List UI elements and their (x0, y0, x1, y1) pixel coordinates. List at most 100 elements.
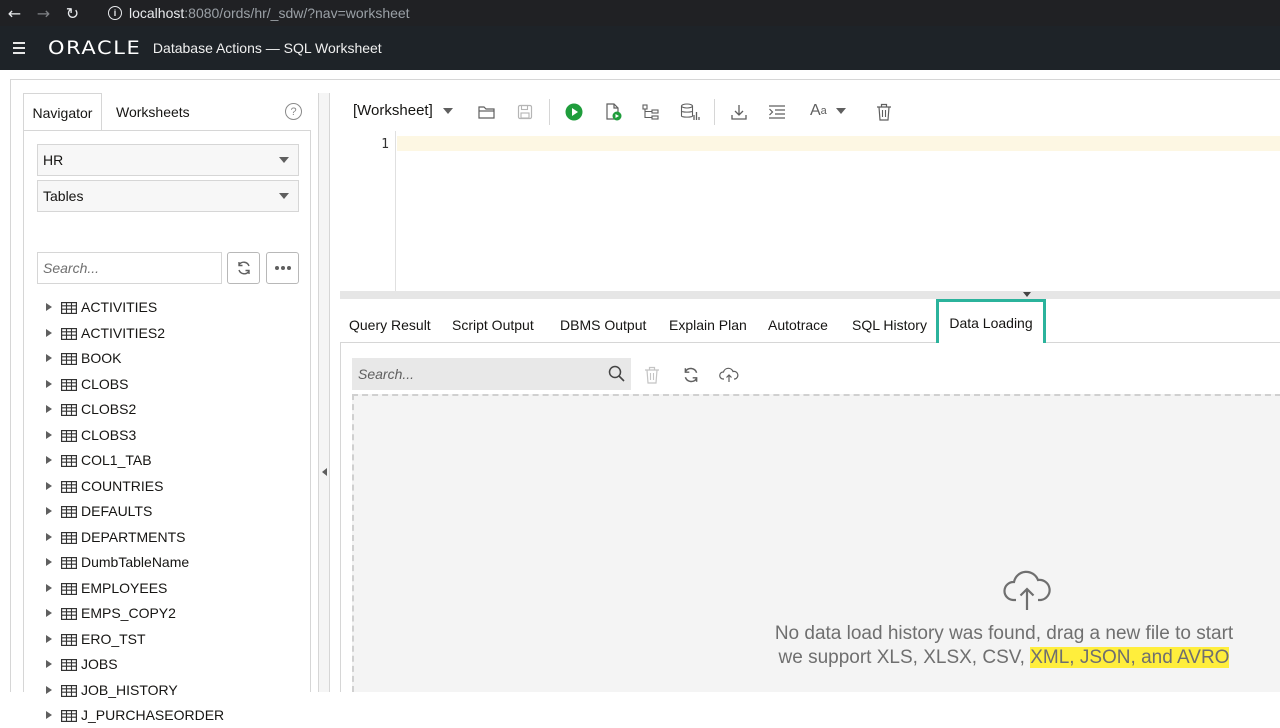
highlighted-formats: XML, JSON, and AVRO (1030, 647, 1230, 668)
tree-item-table[interactable]: CLOBS2 (24, 396, 312, 422)
trash-icon[interactable] (642, 365, 662, 385)
empty-state-line2: we support XLS, XLSX, CSV, XML, JSON, an… (734, 646, 1274, 670)
tree-item-table[interactable]: EMPLOYEES (24, 575, 312, 601)
editor-gutter: 1 (340, 131, 396, 291)
table-name: BOOK (81, 350, 122, 366)
save-icon[interactable] (515, 102, 535, 122)
tree-item-table[interactable]: ACTIVITIES2 (24, 320, 312, 346)
tree-item-table[interactable]: JOB_HISTORY (24, 677, 312, 703)
worksheet-select[interactable]: [Worksheet] (353, 102, 453, 119)
refresh-button[interactable] (227, 252, 260, 284)
download-icon[interactable] (729, 102, 749, 122)
tab-explain-plan[interactable]: Explain Plan (669, 317, 747, 333)
browser-toolbar: ← → ↻ i localhost:8080/ords/hr/_sdw/?nav… (0, 0, 1280, 26)
expand-arrow-icon[interactable] (46, 609, 52, 617)
expand-arrow-icon[interactable] (46, 507, 52, 515)
table-icon (61, 327, 78, 343)
help-icon[interactable]: ? (285, 103, 302, 120)
table-icon (61, 480, 78, 496)
run-statement-icon[interactable] (564, 102, 584, 122)
panel-splitter[interactable] (318, 93, 330, 692)
expand-arrow-icon[interactable] (46, 328, 52, 337)
open-folder-icon[interactable] (477, 102, 497, 122)
tree-item-table[interactable]: COUNTRIES (24, 473, 312, 499)
table-name: EMPLOYEES (81, 579, 168, 596)
table-name: CLOBS3 (81, 426, 137, 443)
collapse-left-icon[interactable] (322, 468, 327, 476)
schema-select[interactable]: HR (37, 144, 299, 176)
run-script-icon[interactable] (603, 102, 623, 122)
app-title: Database Actions — SQL Worksheet (152, 40, 382, 56)
refresh-icon (237, 261, 250, 275)
expand-arrow-icon[interactable] (46, 711, 52, 719)
tab-autotrace[interactable]: Autotrace (768, 317, 828, 333)
reload-icon[interactable]: ↻ (58, 0, 87, 26)
supported-formats-text: we support XLS, XLSX, CSV, (778, 647, 1031, 668)
tree-item-table[interactable]: CLOBS (24, 371, 312, 397)
tab-script-output[interactable]: Script Output (452, 317, 534, 333)
address-bar[interactable]: i localhost:8080/ords/hr/_sdw/?nav=works… (100, 1, 1280, 25)
tree-item-table[interactable]: CLOBS3 (24, 422, 312, 448)
hamburger-menu-icon[interactable] (13, 42, 31, 54)
editor-resize-bar[interactable] (340, 291, 1280, 299)
chevron-down-icon (279, 193, 289, 199)
autotrace-icon[interactable] (680, 102, 700, 122)
expand-arrow-icon[interactable] (46, 379, 52, 388)
tree-item-table[interactable]: J_PURCHASEORDER (24, 702, 312, 728)
tree-item-table[interactable]: DEFAULTS (24, 498, 312, 524)
table-name: DEFAULTS (81, 503, 153, 519)
more-actions-button[interactable] (266, 252, 299, 284)
expand-arrow-icon[interactable] (46, 303, 52, 311)
format-sql-icon[interactable] (767, 102, 787, 122)
tree-item-table[interactable]: COL1_TAB (24, 447, 312, 473)
table-name: CLOBS (81, 375, 129, 392)
sql-editor[interactable]: 1 (340, 131, 1280, 291)
resize-handle-icon[interactable] (1023, 292, 1031, 297)
explain-plan-icon[interactable] (641, 102, 661, 122)
forward-arrow-icon[interactable]: → (29, 0, 58, 26)
tree-item-table[interactable]: DumbTableName (24, 549, 312, 575)
tab-navigator[interactable]: Navigator (23, 93, 102, 131)
refresh-icon[interactable] (681, 365, 701, 385)
expand-arrow-icon[interactable] (46, 405, 52, 413)
oracle-logo: ORACLE (48, 37, 142, 59)
expand-arrow-icon[interactable] (46, 660, 52, 668)
navigator-body: HR Tables Search... ACTIVITIES ACTIVITIES… (23, 130, 312, 723)
trash-icon[interactable] (874, 102, 894, 122)
file-drop-zone[interactable]: No data load history was found, drag a n… (352, 394, 1280, 692)
toolbar-divider (549, 99, 550, 125)
tree-item-table[interactable]: ERO_TST (24, 626, 312, 652)
tab-dbms-output[interactable]: DBMS Output (560, 317, 646, 333)
expand-arrow-icon[interactable] (46, 634, 52, 643)
cloud-upload-icon[interactable] (719, 365, 739, 385)
back-arrow-icon[interactable]: ← (0, 0, 29, 26)
tab-sql-history[interactable]: SQL History (852, 317, 927, 333)
cloud-upload-icon (1002, 566, 1052, 617)
tree-item-table[interactable]: DEPARTMENTS (24, 524, 312, 550)
chevron-down-icon (835, 108, 846, 114)
table-name: EMPS_COPY2 (81, 605, 176, 621)
info-icon[interactable]: i (108, 6, 122, 20)
object-type-select[interactable]: Tables (37, 180, 299, 212)
expand-arrow-icon[interactable] (46, 685, 52, 694)
expand-arrow-icon[interactable] (46, 481, 52, 490)
expand-arrow-icon[interactable] (46, 558, 52, 566)
expand-arrow-icon[interactable] (46, 354, 52, 362)
tab-data-loading[interactable]: Data Loading (936, 299, 1046, 346)
tree-item-table[interactable]: ACTIVITIES (24, 294, 312, 320)
navigator-search-input[interactable]: Search... (37, 252, 222, 284)
expand-arrow-icon[interactable] (46, 532, 52, 541)
tree-item-table[interactable]: JOBS (24, 651, 312, 677)
tab-query-result[interactable]: Query Result (349, 317, 431, 333)
expand-arrow-icon[interactable] (46, 430, 52, 439)
expand-arrow-icon[interactable] (46, 456, 52, 464)
expand-arrow-icon[interactable] (46, 583, 52, 592)
tree-item-table[interactable]: EMPS_COPY2 (24, 600, 312, 626)
tab-worksheets[interactable]: Worksheets (116, 93, 190, 131)
data-loading-search-input[interactable]: Search... (352, 358, 631, 390)
font-size-button[interactable]: Aa (810, 102, 846, 120)
search-icon[interactable] (608, 365, 625, 385)
table-icon (61, 582, 78, 598)
table-name: COL1_TAB (81, 452, 152, 468)
tree-item-table[interactable]: BOOK (24, 345, 312, 371)
